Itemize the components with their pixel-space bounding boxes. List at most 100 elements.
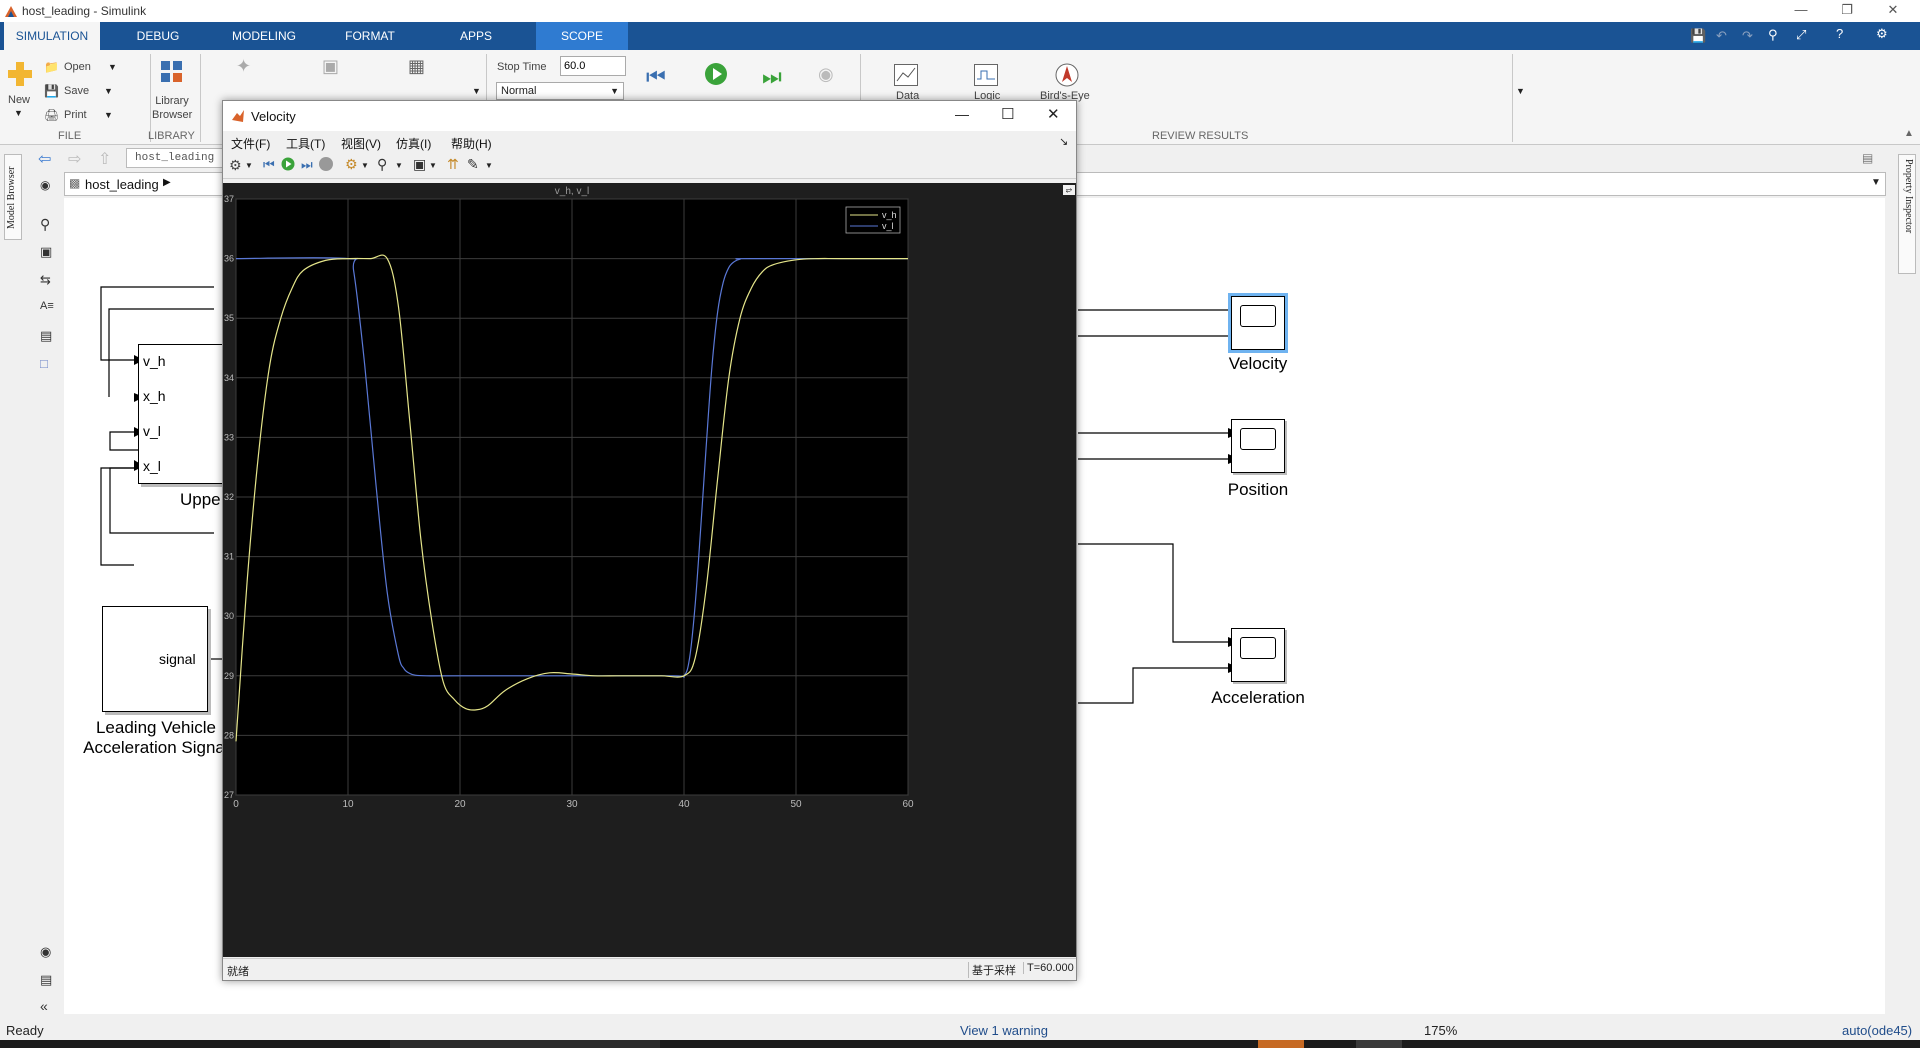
open-dropdown-icon[interactable]: ▼ xyxy=(108,62,117,72)
log-signals-icon[interactable]: ✦ xyxy=(236,56,266,82)
zoom-icon[interactable]: ⚲ xyxy=(40,216,50,233)
help-icon[interactable]: ? xyxy=(1836,26,1843,41)
search-icon[interactable]: ⚲ xyxy=(1768,27,1778,43)
scope-minimize-icon[interactable]: — xyxy=(955,106,969,122)
menu-simulation[interactable]: 仿真(I) xyxy=(396,135,431,152)
hide-palette-icon[interactable]: ◉ xyxy=(40,178,50,192)
restore-icon[interactable]: ❐ xyxy=(1824,0,1870,22)
menu-view[interactable]: 视图(V) xyxy=(341,135,381,152)
open-button[interactable]: Open xyxy=(64,61,91,73)
area-icon[interactable]: □ xyxy=(40,356,48,371)
undo-icon[interactable]: ↶ xyxy=(1716,28,1727,44)
dock-arrow-icon[interactable]: ↘ xyxy=(1059,135,1068,148)
save-icon[interactable]: 💾 xyxy=(1690,28,1706,44)
signal-table-icon[interactable]: ▦ xyxy=(408,56,438,82)
model-browser-tab[interactable]: Model Browser xyxy=(4,154,22,240)
add-viewer-icon[interactable]: ▣ xyxy=(322,56,352,82)
menu-tools[interactable]: 工具(T) xyxy=(286,135,325,152)
annotation-icon[interactable]: A≡ xyxy=(40,300,54,312)
step-forward-icon[interactable]: ⏭ xyxy=(301,157,313,173)
stop-icon[interactable] xyxy=(319,157,333,171)
warnings-link[interactable]: View 1 warning xyxy=(960,1023,1048,1038)
velocity-scope-block[interactable] xyxy=(1231,296,1285,350)
print-dropdown-icon[interactable]: ▼ xyxy=(104,110,113,120)
scope-maximize-icon[interactable]: ☐ xyxy=(1001,105,1014,123)
zoom-in-icon[interactable]: ⚲ xyxy=(377,156,387,173)
x-tick-label: 50 xyxy=(790,799,802,810)
stop-time-input[interactable] xyxy=(560,56,626,76)
minimize-icon[interactable]: — xyxy=(1778,0,1824,22)
library-browser-button[interactable]: Library Browser xyxy=(152,94,192,122)
settings-dropdown-icon[interactable]: ▼ xyxy=(245,161,253,170)
breadcrumb[interactable]: host_leading xyxy=(85,177,159,192)
solver-link[interactable]: auto(ode45) xyxy=(1842,1023,1912,1038)
signal-dropdown-icon[interactable]: ▼ xyxy=(472,86,481,96)
library-browser-icon[interactable] xyxy=(160,60,184,84)
camera-icon[interactable]: ◉ xyxy=(40,944,51,960)
stop-icon[interactable]: ◉ xyxy=(818,64,834,85)
zoom-dropdown-icon[interactable]: ▼ xyxy=(395,161,403,170)
taskbar-item[interactable] xyxy=(1258,1040,1304,1048)
new-button-label[interactable]: New xyxy=(8,94,30,106)
signal-builder-block[interactable]: signal xyxy=(102,606,208,712)
data-inspector-icon[interactable] xyxy=(894,64,918,86)
highlight-block-icon[interactable]: ⚙ xyxy=(345,156,358,173)
fit-view-icon[interactable]: ▣ xyxy=(40,244,52,260)
birds-eye-scope-icon[interactable] xyxy=(1054,62,1080,88)
step-back-icon[interactable]: ⏮ xyxy=(263,157,275,173)
property-inspector-tab[interactable]: Property Inspector xyxy=(1898,154,1916,274)
back-arrow-icon[interactable]: ⇦ xyxy=(38,149,51,169)
redo-icon[interactable]: ↷ xyxy=(1742,28,1753,44)
menu-help[interactable]: 帮助(H) xyxy=(451,135,492,152)
tab-simulation[interactable]: SIMULATION xyxy=(4,22,100,50)
measurements-icon[interactable]: ✎ xyxy=(467,156,479,173)
tab-apps[interactable]: APPS xyxy=(430,22,522,50)
model-address-tab[interactable]: host_leading xyxy=(126,148,236,168)
port-label-x-l: x_l xyxy=(143,458,161,474)
scope-plot-area[interactable]: v_h, v_l 0 10 20 30 40 50 60 27 28 29 30 31 32 33 34 35 3… xyxy=(223,183,1076,957)
simulation-mode-select[interactable]: Normal ▼ xyxy=(496,82,624,100)
tab-scope[interactable]: SCOPE xyxy=(536,22,628,50)
arrow-connect-icon[interactable]: ⇆ xyxy=(40,272,51,288)
tab-debug[interactable]: DEBUG xyxy=(112,22,204,50)
highlight-dropdown-icon[interactable]: ▼ xyxy=(361,161,369,170)
forward-arrow-icon[interactable]: ⇨ xyxy=(68,149,81,169)
breadcrumb-chevron-icon[interactable]: ▶ xyxy=(163,177,171,188)
collapse-ribbon-icon[interactable]: ▲ xyxy=(1904,128,1914,139)
ribbon-expand-icon[interactable]: ▼ xyxy=(1516,86,1525,96)
save-dropdown-icon[interactable]: ▼ xyxy=(104,86,113,96)
breadcrumb-dropdown-icon[interactable]: ▼ xyxy=(1871,177,1881,188)
autoscale-icon[interactable]: ▣ xyxy=(413,156,426,173)
autoscale-dropdown-icon[interactable]: ▼ xyxy=(429,161,437,170)
menu-file[interactable]: 文件(F) xyxy=(231,135,270,152)
acceleration-scope-block[interactable] xyxy=(1231,628,1285,682)
tab-modeling[interactable]: MODELING xyxy=(218,22,310,50)
step-back-icon[interactable]: ⏮ xyxy=(646,64,666,90)
new-dropdown-icon[interactable]: ▼ xyxy=(14,108,23,118)
position-scope-block[interactable] xyxy=(1231,419,1285,473)
collapse-palette-icon[interactable]: « xyxy=(40,998,48,1014)
up-arrow-icon[interactable]: ⇧ xyxy=(98,149,111,169)
close-icon[interactable]: ✕ xyxy=(1870,0,1916,22)
taskbar-item[interactable] xyxy=(1356,1040,1402,1048)
settings-icon[interactable]: ⚙ xyxy=(1876,26,1888,42)
taskbar-item[interactable] xyxy=(390,1040,660,1048)
explorer-bar-icon[interactable]: ▤ xyxy=(40,972,52,988)
measurements-dropdown-icon[interactable]: ▼ xyxy=(485,161,493,170)
logic-analyzer-icon[interactable] xyxy=(974,64,998,86)
print-button[interactable]: Print xyxy=(64,109,87,121)
settings-gear-icon[interactable]: ⚙ xyxy=(229,157,242,174)
new-icon[interactable] xyxy=(6,60,34,88)
upper-controller-block[interactable]: v_h x_h v_l x_l xyxy=(138,344,228,484)
undock-axes-icon[interactable]: ⥂ xyxy=(1063,185,1075,195)
step-forward-icon[interactable]: ⏭ xyxy=(762,64,782,90)
expand-icon[interactable]: ⤢ xyxy=(1796,27,1806,43)
tab-format[interactable]: FORMAT xyxy=(324,22,416,50)
save-button[interactable]: Save xyxy=(64,85,89,97)
run-icon[interactable] xyxy=(704,62,728,86)
triggers-icon[interactable]: ⇈ xyxy=(447,156,459,173)
scope-close-icon[interactable]: ✕ xyxy=(1047,105,1060,123)
hide-explorer-icon[interactable]: ▤ xyxy=(1862,151,1873,165)
image-icon[interactable]: ▤ xyxy=(40,328,52,344)
run-icon[interactable] xyxy=(281,157,295,171)
